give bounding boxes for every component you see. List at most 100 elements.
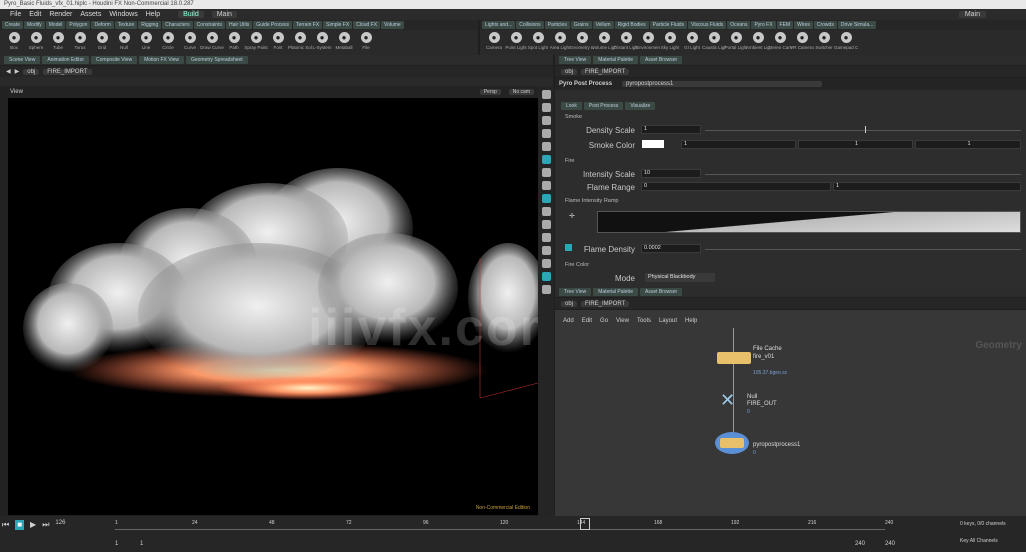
network-tab-2[interactable]: Asset Browser [639, 288, 683, 296]
right-tool-15[interactable]: ● Switcher [814, 32, 834, 53]
file-cache-node[interactable] [717, 352, 751, 364]
smoke-color-b[interactable]: 1 [915, 140, 1021, 149]
right-shelf-tab-13[interactable]: Drive Simula... [837, 21, 877, 29]
shelf-tab-7[interactable]: Characters [162, 21, 193, 29]
node-name-field[interactable]: pyropostprocess1 [622, 81, 823, 87]
camera-menu[interactable]: No cam [508, 89, 534, 95]
timeline-slider[interactable]: 1 24 48 72 96 120 144 168 192 216 240 [115, 520, 893, 530]
density-scale-knob[interactable] [865, 126, 866, 133]
right-shelf-tab-1[interactable]: Collisions [516, 21, 544, 29]
density-scale-slider[interactable] [705, 130, 1021, 131]
viewer-tab-4[interactable]: Geometry Spreadsheet [185, 56, 248, 64]
start-frame-b[interactable]: 1 [140, 541, 143, 547]
menu-assets[interactable]: Assets [80, 11, 101, 18]
network-menu-3[interactable]: View [616, 318, 629, 324]
left-tool-15[interactable]: ● Metaball [334, 32, 354, 53]
network-menu-4[interactable]: Tools [637, 318, 651, 324]
param-obj-path[interactable]: obj [561, 68, 578, 75]
left-tool-13[interactable]: ● Platonic Solids [288, 32, 312, 53]
right-tool-14[interactable]: ● VR Camera [790, 32, 814, 53]
key-all-button[interactable]: Key All Channels [960, 538, 998, 544]
viewer-tab-1[interactable]: Animation Editor [42, 56, 90, 64]
right-main-selector[interactable]: Main [958, 11, 986, 18]
right-tool-0[interactable]: ● Camera [484, 32, 504, 53]
menu-render[interactable]: Render [49, 11, 72, 18]
right-tool-5[interactable]: ● Volume Light [592, 32, 616, 53]
param-node-path[interactable]: FIRE_IMPORT [581, 68, 630, 75]
right-tool-9[interactable]: ● GI Light [682, 32, 702, 53]
param-tab-1[interactable]: Material Palette [593, 56, 638, 64]
visibility-icon[interactable] [541, 233, 551, 242]
right-shelf-tab-12[interactable]: Crowds [813, 21, 837, 29]
network-menu-2[interactable]: Go [600, 318, 608, 324]
null-node-icon[interactable]: ✕ [720, 390, 735, 411]
grid-icon[interactable] [541, 168, 551, 177]
right-shelf-tab-11[interactable]: Wires [794, 21, 813, 29]
net-node-path[interactable]: FIRE_IMPORT [581, 300, 630, 307]
left-tool-4[interactable]: ● Grid [92, 32, 112, 53]
right-tool-16[interactable]: ● Gamepad Camera [834, 32, 858, 53]
flame-range-min[interactable]: 0 [641, 182, 831, 191]
network-menu-5[interactable]: Layout [659, 318, 677, 324]
pyropostprocess-node[interactable] [720, 438, 744, 448]
forward-icon[interactable]: ▶ [15, 68, 20, 75]
start-frame[interactable]: 1 [115, 541, 118, 547]
right-tool-2[interactable]: ● Spot Light [528, 32, 548, 53]
net-obj-path[interactable]: obj [561, 300, 578, 307]
right-shelf-tab-6[interactable]: Particle Fluids [649, 21, 688, 29]
flame-intensity-ramp[interactable] [597, 211, 1021, 233]
shelf-tab-1[interactable]: Modify [24, 21, 45, 29]
main-selector[interactable]: Main [211, 11, 237, 18]
menu-help[interactable]: Help [146, 11, 160, 18]
right-tool-8[interactable]: ● Sky Light [660, 32, 680, 53]
left-tool-11[interactable]: ● Spray Paint [244, 32, 268, 53]
viewer-tab-0[interactable]: Scene View [4, 56, 41, 64]
left-tool-14[interactable]: ● L-System [312, 32, 332, 53]
smoke-color-swatch[interactable] [642, 140, 664, 148]
end-frame[interactable]: 240 [855, 541, 865, 547]
shelf-tab-6[interactable]: Rigging [138, 21, 162, 29]
right-shelf-tab-2[interactable]: Particles [544, 21, 570, 29]
lock-icon[interactable] [541, 103, 551, 112]
left-tool-10[interactable]: ● Path [224, 32, 244, 53]
right-tool-10[interactable]: ● Caustic Light [702, 32, 726, 53]
left-tool-1[interactable]: ● Sphere [26, 32, 46, 53]
flame-range-max[interactable]: 1 [833, 182, 1021, 191]
stop-icon[interactable]: ■ [15, 520, 25, 530]
shelf-tab-5[interactable]: Texture [114, 21, 138, 29]
right-tool-3[interactable]: ● Area Light [550, 32, 570, 53]
network-menu-1[interactable]: Edit [582, 318, 592, 324]
normals-icon[interactable] [541, 194, 551, 203]
mode-dropdown[interactable]: Physical Blackbody [645, 273, 715, 282]
shelf-tab-8[interactable]: Constraints [193, 21, 225, 29]
left-tool-8[interactable]: ● Curve [180, 32, 200, 53]
right-shelf-tab-4[interactable]: Vellum [592, 21, 614, 29]
param-tab-0[interactable]: Tree View [559, 56, 592, 64]
left-tool-16[interactable]: ● File [356, 32, 376, 53]
right-shelf-tab-3[interactable]: Grains [570, 21, 592, 29]
density-scale-field[interactable]: 1 [641, 125, 701, 134]
snap-icon[interactable] [541, 90, 551, 99]
viewer-tab-3[interactable]: Motion FX View [139, 56, 184, 64]
shelf-tab-9[interactable]: Hair Utils [225, 21, 253, 29]
persp-menu[interactable]: Persp [479, 89, 501, 95]
right-shelf-tab-10[interactable]: FEM [776, 21, 794, 29]
shelf-tab-2[interactable]: Model [45, 21, 66, 29]
left-tool-9[interactable]: ● Draw Curve [200, 32, 224, 53]
shading-icon[interactable] [541, 116, 551, 125]
shelf-tab-4[interactable]: Deform [91, 21, 114, 29]
network-tab-1[interactable]: Material Palette [593, 288, 638, 296]
timeline-playhead[interactable] [580, 518, 590, 530]
go-start-icon[interactable]: ⏮ [2, 520, 9, 530]
right-shelf-tab-8[interactable]: Oceans [727, 21, 751, 29]
left-tool-0[interactable]: ● Box [4, 32, 24, 53]
camera-icon[interactable] [541, 142, 551, 151]
right-tool-1[interactable]: ● Point Light [505, 32, 527, 53]
shelf-tab-11[interactable]: Terrain FX [293, 21, 323, 29]
xray-icon[interactable] [541, 272, 551, 281]
go-end-icon[interactable]: ⏭ [42, 520, 49, 530]
intensity-scale-slider[interactable] [705, 174, 1021, 175]
scene-viewport[interactable]: iiivfx.com Non-Commercial Edition [8, 98, 538, 515]
display-icon[interactable] [541, 155, 551, 164]
background-icon[interactable] [541, 246, 551, 255]
